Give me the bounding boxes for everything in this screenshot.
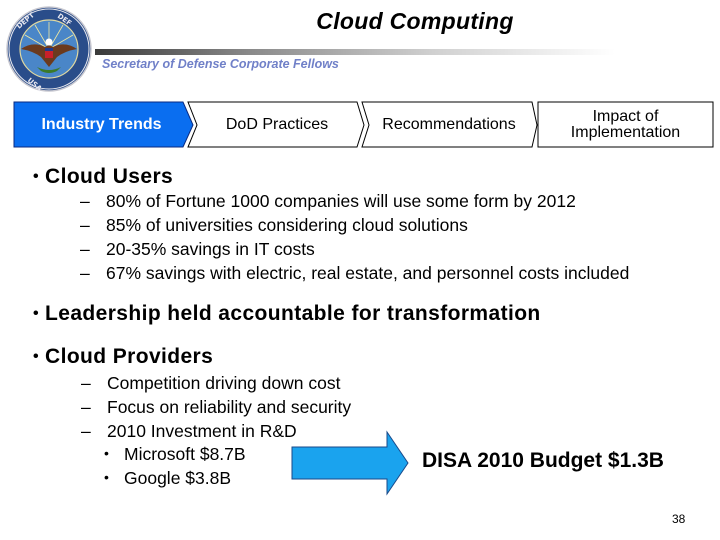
bullet-icon: • [33,305,40,322]
step-label: DoD Practices [225,115,329,133]
bullet-icon: • [104,445,109,461]
list-item: – Competition driving down cost [81,373,341,393]
dod-seal-icon: DEPT DEF USA [6,6,92,93]
dash-icon: – [80,191,90,211]
bullet-icon: • [104,469,109,485]
heading-cloud-users: • Cloud Users [33,165,174,188]
slide-title: Cloud Computing [316,8,514,34]
step-dod-practices[interactable]: DoD Practices [196,102,358,147]
dash-icon: – [81,397,91,417]
list-item: –2010 Investment in R&D [81,421,297,441]
heading-cloud-providers: • Cloud Providers [33,345,214,368]
step-label: Recommendations [382,115,516,133]
step-label: Industry Trends [41,115,162,133]
heading-leadership: • Leadership held accountable for transfo… [33,302,541,325]
dash-icon: – [81,421,91,441]
list-item: –67% savings with electric, real estate,… [80,263,630,283]
list-item: –85% of universities considering cloud s… [80,215,468,235]
dash-icon: – [80,239,90,259]
step-industry-trends[interactable]: Industry Trends [14,102,189,147]
list-item: • Google $3.8B [104,468,232,488]
bullet-icon: • [33,168,40,185]
list-item: – Focus on reliability and security [81,397,352,417]
list-item: –20-35% savings in IT costs [80,239,315,259]
list-item: • Microsoft $8.7B [104,444,246,464]
step-label-line2: Implementation [570,123,681,141]
step-recommendations[interactable]: Recommendations [368,102,530,147]
step-label-line1: Impact of [592,107,659,125]
header-divider [95,49,615,55]
dash-icon: – [80,215,90,235]
dash-icon: – [81,373,91,393]
right-arrow-icon [291,430,409,496]
dash-icon: – [80,263,90,283]
page-number: 38 [672,512,686,526]
slide-subtitle: Secretary of Defense Corporate Fellows [102,57,339,71]
bullet-icon: • [33,348,40,365]
list-item: –80% of Fortune 1000 companies will use … [80,191,576,211]
step-impact-of-implementation[interactable]: Impact of Implementation [538,102,713,147]
budget-callout: DISA 2010 Budget $1.3B [422,449,664,472]
